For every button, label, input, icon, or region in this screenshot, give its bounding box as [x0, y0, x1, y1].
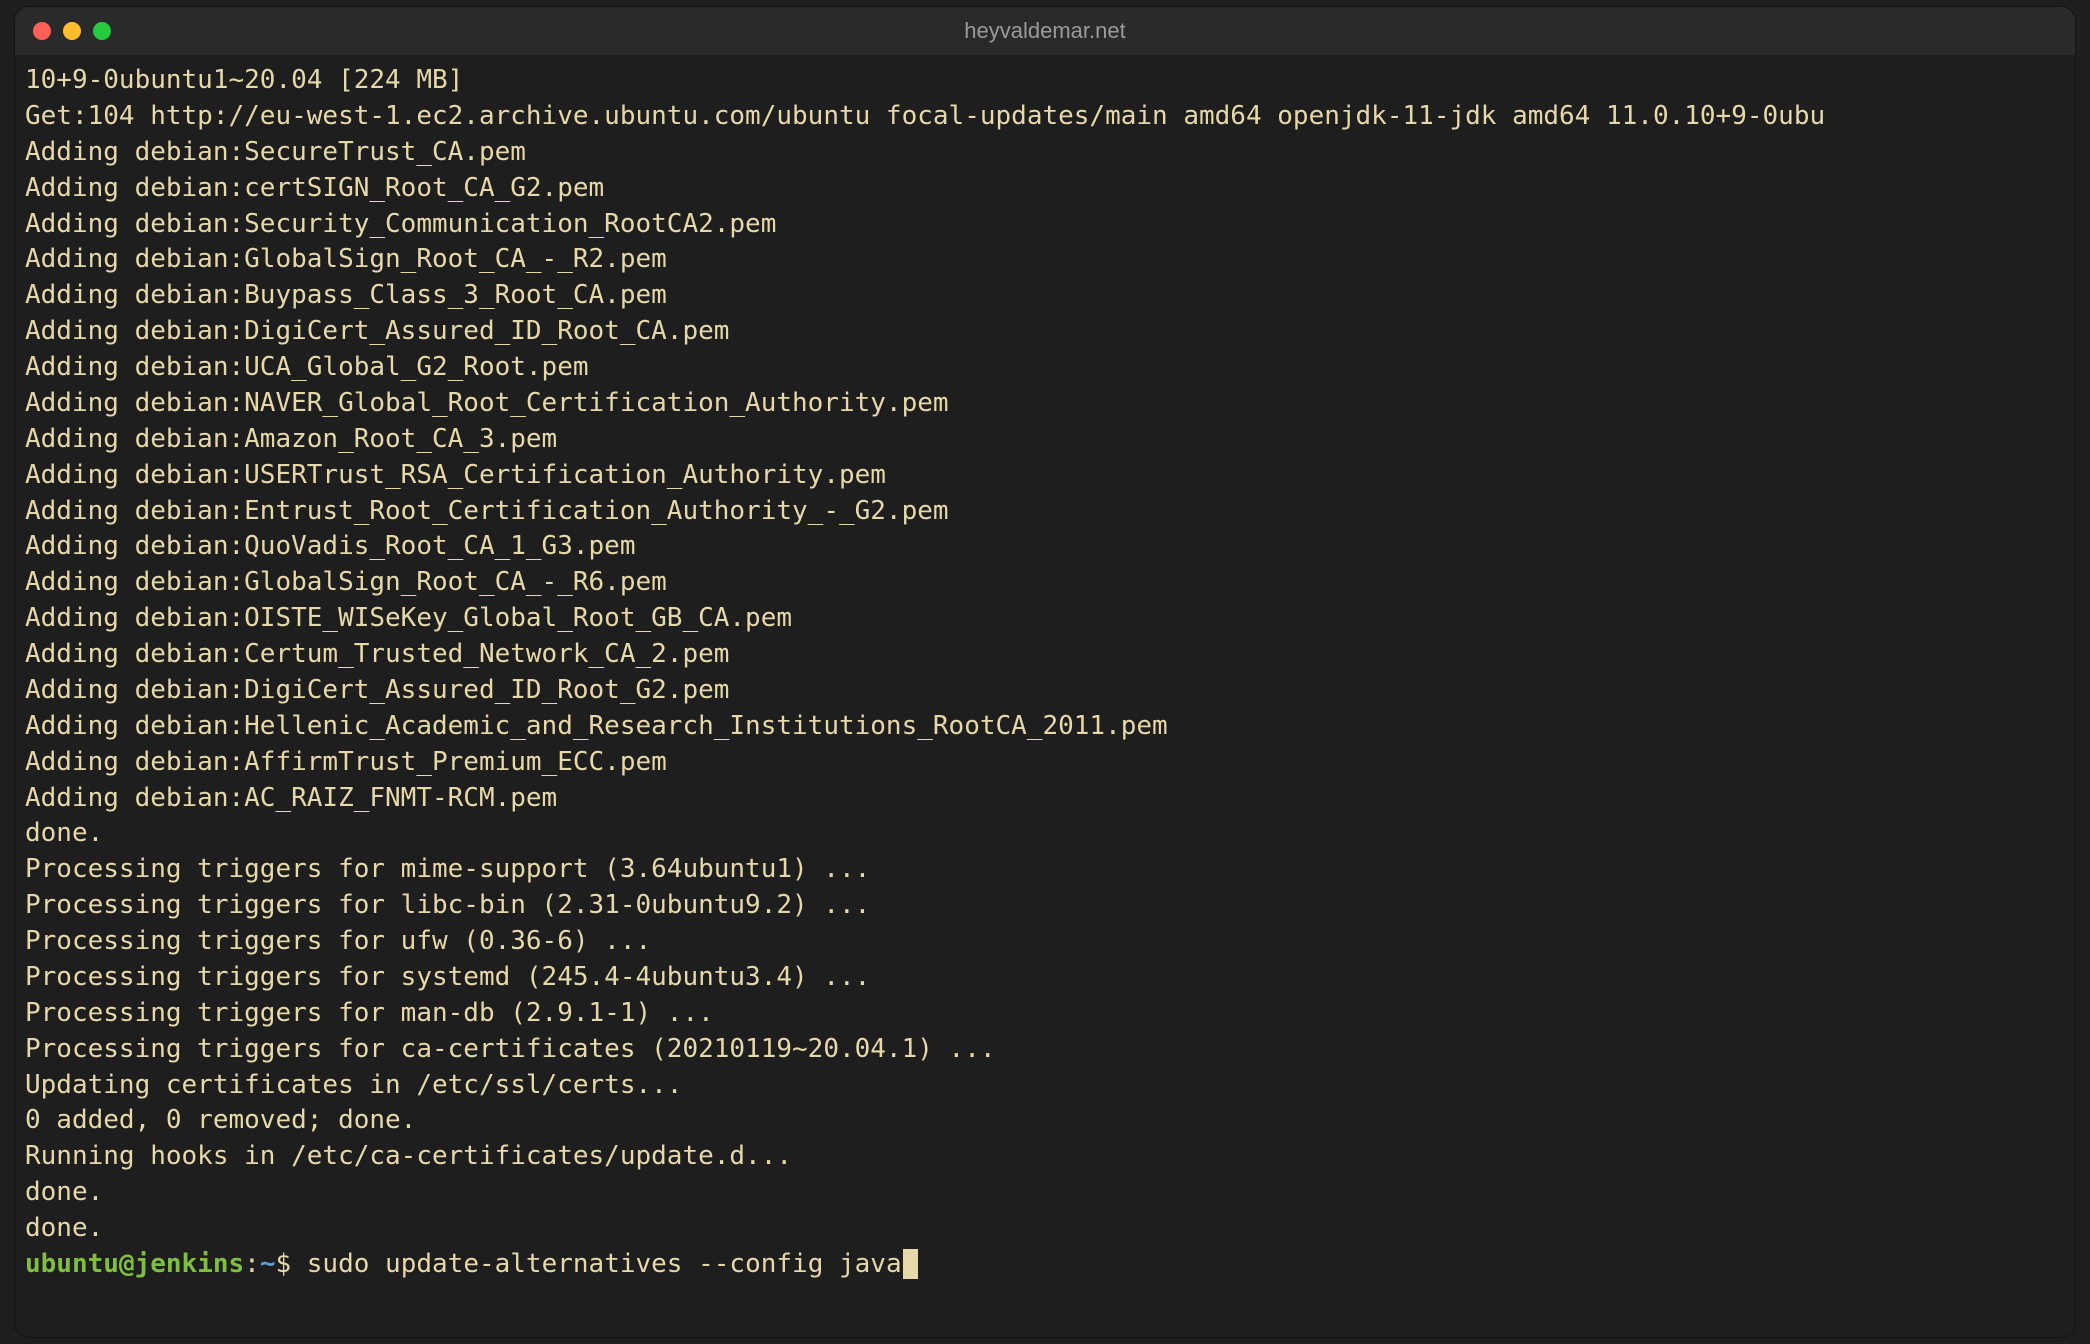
terminal-line: Processing triggers for mime-support (3.…: [25, 852, 2065, 888]
prompt-symbol: $: [275, 1249, 291, 1279]
terminal-line: Processing triggers for ca-certificates …: [25, 1032, 2065, 1068]
terminal-line: Adding debian:Hellenic_Academic_and_Rese…: [25, 709, 2065, 745]
close-icon[interactable]: [33, 22, 51, 40]
terminal-line: Adding debian:Buypass_Class_3_Root_CA.pe…: [25, 278, 2065, 314]
terminal-line: Adding debian:GlobalSign_Root_CA_-_R2.pe…: [25, 242, 2065, 278]
terminal-line: Updating certificates in /etc/ssl/certs.…: [25, 1068, 2065, 1104]
command-text: sudo update-alternatives --config java: [307, 1249, 902, 1279]
prompt-host: jenkins: [135, 1249, 245, 1279]
titlebar: heyvaldemar.net: [15, 7, 2075, 55]
prompt-path: ~: [260, 1249, 276, 1279]
terminal-line: Adding debian:QuoVadis_Root_CA_1_G3.pem: [25, 529, 2065, 565]
prompt-user: ubuntu: [25, 1249, 119, 1279]
terminal-line: Adding debian:Certum_Trusted_Network_CA_…: [25, 637, 2065, 673]
traffic-lights: [33, 22, 111, 40]
terminal-line: Adding debian:OISTE_WISeKey_Global_Root_…: [25, 601, 2065, 637]
terminal-line: Adding debian:Entrust_Root_Certification…: [25, 494, 2065, 530]
terminal-body[interactable]: 10+9-0ubuntu1~20.04 [224 MB]Get:104 http…: [15, 55, 2075, 1337]
terminal-line: Adding debian:AffirmTrust_Premium_ECC.pe…: [25, 745, 2065, 781]
terminal-line: Adding debian:AC_RAIZ_FNMT-RCM.pem: [25, 781, 2065, 817]
prompt-at: @: [119, 1249, 135, 1279]
terminal-line: Adding debian:USERTrust_RSA_Certificatio…: [25, 458, 2065, 494]
terminal-line: Adding debian:Amazon_Root_CA_3.pem: [25, 422, 2065, 458]
terminal-line: done.: [25, 1175, 2065, 1211]
maximize-icon[interactable]: [93, 22, 111, 40]
terminal-line: done.: [25, 816, 2065, 852]
terminal-line: Adding debian:DigiCert_Assured_ID_Root_C…: [25, 314, 2065, 350]
terminal-line: Adding debian:UCA_Global_G2_Root.pem: [25, 350, 2065, 386]
command-input[interactable]: sudo update-alternatives --config java: [291, 1249, 901, 1279]
terminal-line: Adding debian:SecureTrust_CA.pem: [25, 135, 2065, 171]
terminal-line: Adding debian:Security_Communication_Roo…: [25, 207, 2065, 243]
terminal-line: Running hooks in /etc/ca-certificates/up…: [25, 1139, 2065, 1175]
prompt-line: ubuntu@jenkins:~$ sudo update-alternativ…: [25, 1247, 2065, 1283]
terminal-line: 0 added, 0 removed; done.: [25, 1103, 2065, 1139]
terminal-line: done.: [25, 1211, 2065, 1247]
terminal-line: Get:104 http://eu-west-1.ec2.archive.ubu…: [25, 99, 2065, 135]
terminal-line: Processing triggers for man-db (2.9.1-1)…: [25, 996, 2065, 1032]
terminal-line: Adding debian:DigiCert_Assured_ID_Root_G…: [25, 673, 2065, 709]
terminal-window: heyvaldemar.net 10+9-0ubuntu1~20.04 [224…: [15, 7, 2075, 1337]
terminal-line: Processing triggers for systemd (245.4-4…: [25, 960, 2065, 996]
cursor-icon: [903, 1249, 918, 1279]
window-title: heyvaldemar.net: [964, 18, 1125, 44]
terminal-line: 10+9-0ubuntu1~20.04 [224 MB]: [25, 63, 2065, 99]
minimize-icon[interactable]: [63, 22, 81, 40]
terminal-output: 10+9-0ubuntu1~20.04 [224 MB]Get:104 http…: [25, 63, 2065, 1247]
terminal-line: Processing triggers for libc-bin (2.31-0…: [25, 888, 2065, 924]
terminal-line: Adding debian:GlobalSign_Root_CA_-_R6.pe…: [25, 565, 2065, 601]
terminal-line: Adding debian:NAVER_Global_Root_Certific…: [25, 386, 2065, 422]
prompt-colon: :: [244, 1249, 260, 1279]
terminal-line: Adding debian:certSIGN_Root_CA_G2.pem: [25, 171, 2065, 207]
terminal-line: Processing triggers for ufw (0.36-6) ...: [25, 924, 2065, 960]
